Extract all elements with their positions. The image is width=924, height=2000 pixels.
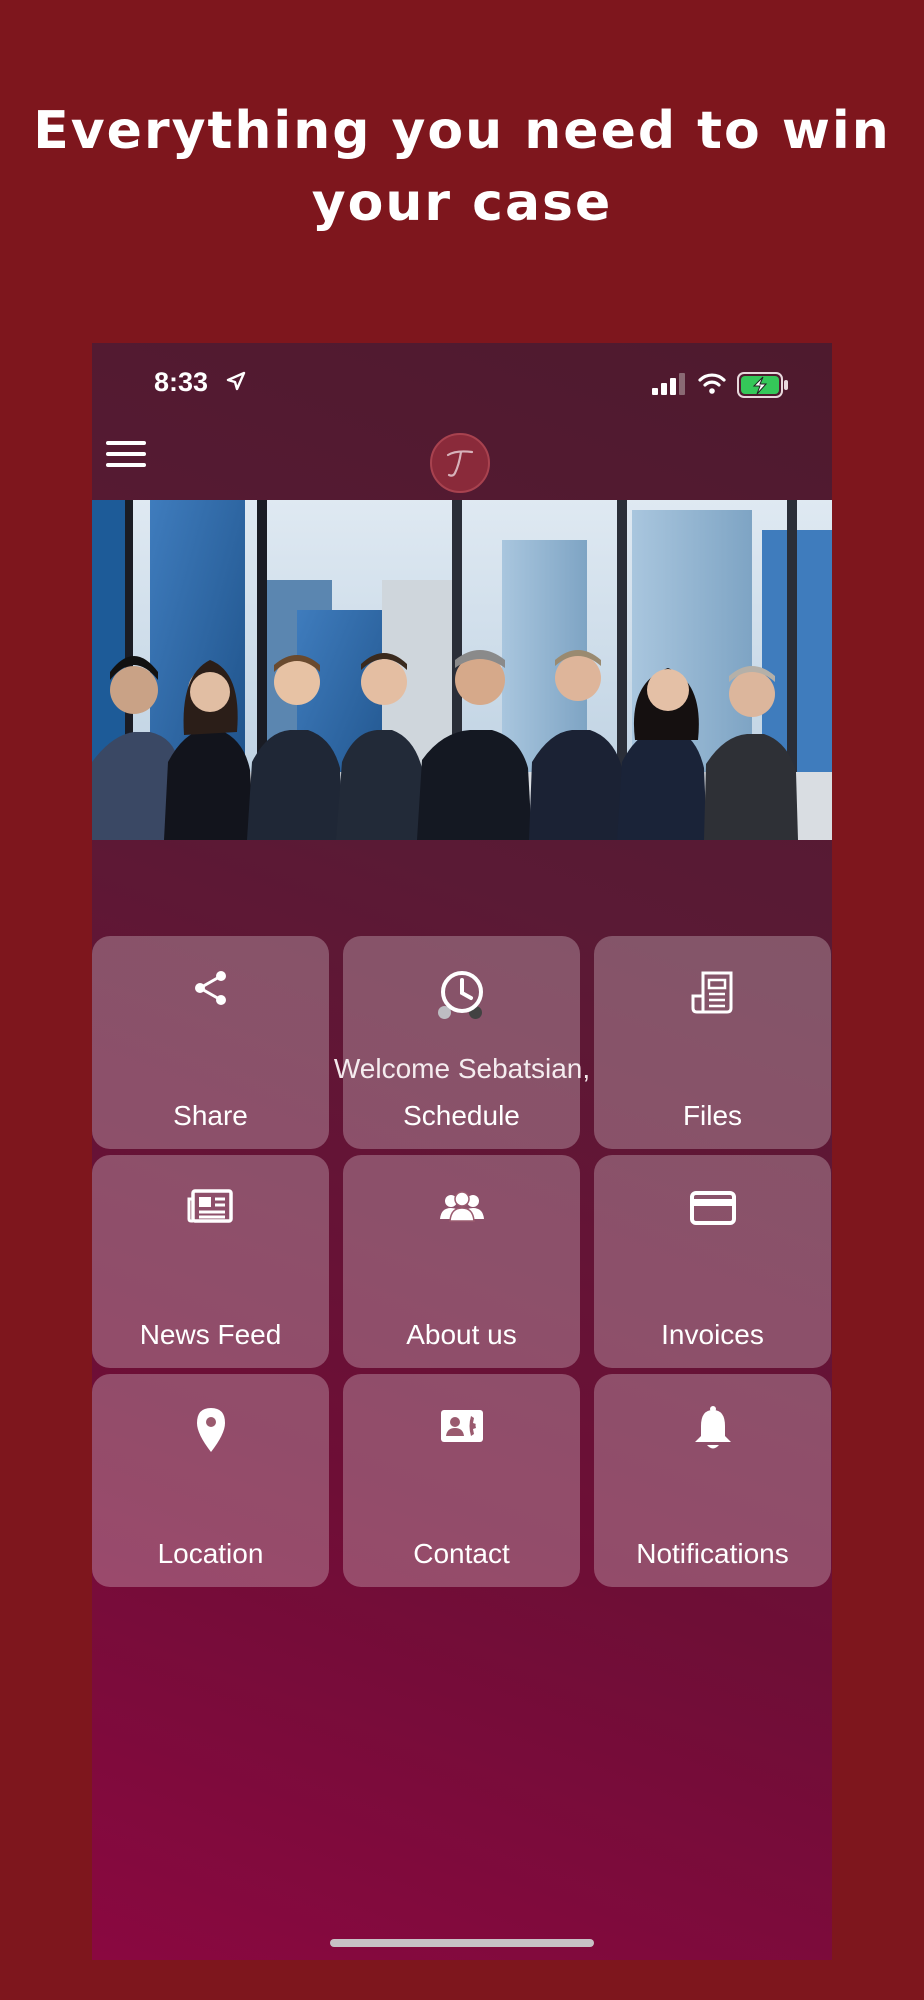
invoices-tile[interactable]: Invoices xyxy=(594,1155,831,1368)
tile-label: Contact xyxy=(413,1538,510,1569)
promo-title-line-1: Everything you need to win xyxy=(33,101,891,161)
promo-title: Everything you need to win your case xyxy=(0,95,924,239)
files-tile[interactable]: Files xyxy=(594,936,831,1149)
promo-title-line-2: your case xyxy=(311,173,613,233)
schedule-tile[interactable]: Schedule xyxy=(343,936,580,1149)
tile-label: Location xyxy=(157,1538,264,1569)
phone-screen: 8:33 Welcome Sebatsian, Share Schedule F… xyxy=(92,343,832,1960)
tile-label: About us xyxy=(406,1319,517,1350)
newspaper-icon xyxy=(187,1189,233,1223)
logo-monogram-icon xyxy=(446,450,474,477)
bell-icon xyxy=(694,1406,731,1449)
news-feed-tile[interactable]: News Feed xyxy=(92,1155,329,1368)
hamburger-menu-icon[interactable] xyxy=(106,433,146,473)
share-tile[interactable]: Share xyxy=(92,936,329,1149)
contact-tile[interactable]: Contact xyxy=(343,1374,580,1587)
document-icon xyxy=(691,971,732,1014)
home-indicator[interactable] xyxy=(330,1939,594,1947)
location-arrow-icon xyxy=(226,371,246,391)
share-icon xyxy=(194,971,226,1005)
battery-charging-icon xyxy=(737,372,788,398)
tile-label: Schedule xyxy=(403,1100,520,1131)
status-time: 8:33 xyxy=(154,367,209,397)
tile-label: Files xyxy=(682,1100,743,1131)
about-us-tile[interactable]: About us xyxy=(343,1155,580,1368)
location-tile[interactable]: Location xyxy=(92,1374,329,1587)
clock-icon xyxy=(440,971,483,1013)
map-pin-icon xyxy=(196,1408,225,1452)
group-icon xyxy=(439,1191,484,1222)
status-bar: 8:33 xyxy=(92,343,832,423)
notifications-tile[interactable]: Notifications xyxy=(594,1374,831,1587)
firm-logo[interactable] xyxy=(430,433,490,493)
contact-card-icon xyxy=(440,1410,483,1442)
cellular-signal-icon xyxy=(652,373,685,395)
tile-label: Share xyxy=(173,1100,248,1131)
tile-label: Invoices xyxy=(661,1319,764,1350)
wifi-icon xyxy=(698,373,726,394)
top-nav-bar xyxy=(92,423,832,500)
team-photo-image xyxy=(92,500,832,840)
tile-label: News Feed xyxy=(139,1319,282,1350)
tile-label: Notifications xyxy=(636,1538,789,1569)
credit-card-icon xyxy=(689,1191,736,1225)
